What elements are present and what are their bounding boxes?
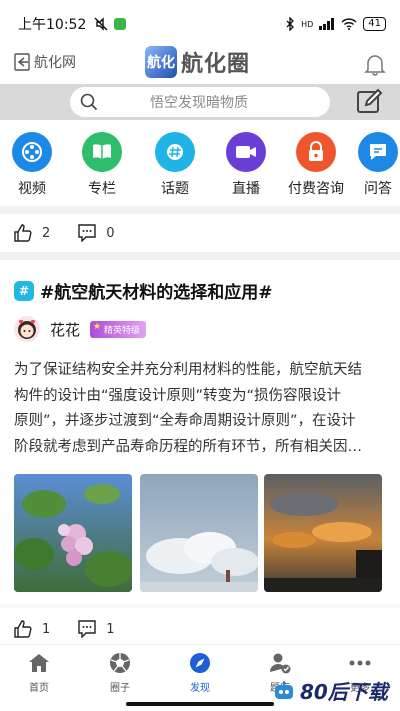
search-icon bbox=[80, 93, 98, 111]
app-notification-icon bbox=[114, 18, 127, 30]
status-right: HD 41 bbox=[285, 17, 386, 31]
logo-mark: 航化 bbox=[145, 46, 177, 78]
like-button[interactable]: 1 bbox=[14, 620, 50, 638]
nav-label: 付费咨询 bbox=[288, 181, 344, 197]
tab-home[interactable]: 首页 bbox=[4, 651, 74, 694]
like-count: 1 bbox=[42, 621, 51, 637]
nav-label: 话题 bbox=[161, 181, 189, 197]
nav-label: 专栏 bbox=[88, 181, 116, 197]
post-body-line: 为了保证结构安全并充分利用材料的性能，航空航天结 bbox=[14, 362, 362, 378]
like-count: 2 bbox=[42, 225, 51, 241]
post-title-text: #航空航天材料的选择和应用# bbox=[40, 283, 273, 303]
network-type: HD bbox=[301, 19, 314, 29]
more-dots-icon bbox=[325, 651, 395, 675]
avatar[interactable] bbox=[14, 316, 40, 342]
chat-icon bbox=[358, 132, 398, 172]
comment-icon bbox=[78, 620, 96, 638]
signal-icon bbox=[319, 18, 335, 30]
open-book-icon bbox=[82, 132, 122, 172]
status-left-icons bbox=[94, 17, 127, 31]
search-input[interactable]: 悟空发现暗物质 bbox=[70, 87, 330, 117]
app-logo: 航化 航化圈 bbox=[145, 46, 250, 78]
like-button[interactable]: 2 bbox=[14, 224, 50, 242]
lock-icon bbox=[296, 132, 336, 172]
comment-button[interactable]: 0 bbox=[78, 224, 115, 242]
site-watermark: 80后下载 bbox=[272, 676, 388, 705]
back-label: 航化网 bbox=[34, 55, 76, 71]
home-indicator[interactable] bbox=[126, 702, 274, 706]
nav-item-video[interactable]: 视频 bbox=[0, 132, 67, 198]
post-image-sunset[interactable] bbox=[264, 474, 382, 592]
post-body-line: 阶段就考虑到产品寿命历程的所有环节，所有相关因… bbox=[14, 438, 362, 455]
author-name: 花花 bbox=[50, 320, 81, 339]
film-reel-icon bbox=[12, 132, 52, 172]
video-camera-icon bbox=[226, 132, 266, 172]
post-image-flowers[interactable] bbox=[14, 474, 132, 592]
post-body[interactable]: 为了保证结构安全并充分利用材料的性能，航空航天结 构件的设计由“强度设计原则”转… bbox=[14, 358, 386, 460]
watermark-text: 80后下载 bbox=[300, 680, 388, 704]
prev-post-actions: 2 0 bbox=[14, 221, 143, 245]
battery-indicator: 41 bbox=[363, 17, 386, 31]
search-placeholder: 悟空发现暗物质 bbox=[150, 95, 248, 111]
compass-icon bbox=[165, 651, 235, 675]
back-button[interactable]: 航化网 bbox=[14, 52, 76, 72]
nav-item-column[interactable]: 专栏 bbox=[67, 132, 137, 198]
post-image-clouds[interactable] bbox=[140, 474, 258, 592]
topic-hashtag-icon: # bbox=[14, 280, 34, 301]
logo-text: 航化圈 bbox=[181, 52, 251, 77]
home-icon bbox=[4, 651, 74, 675]
nav-label: 视频 bbox=[18, 181, 46, 197]
post-actions: 1 1 bbox=[14, 617, 143, 641]
girl-avatar-icon bbox=[18, 320, 36, 339]
tab-discover[interactable]: 发现 bbox=[165, 651, 235, 694]
section-divider bbox=[0, 252, 400, 260]
section-divider bbox=[0, 604, 400, 608]
tab-circle[interactable]: 圈子 bbox=[85, 651, 155, 694]
section-divider bbox=[0, 206, 400, 214]
user-check-icon bbox=[245, 651, 315, 675]
post-body-line: 构件的设计由“强度设计原则”转变为“损伤容限设计 bbox=[14, 387, 342, 404]
robot-mascot-icon bbox=[275, 680, 293, 699]
comment-count: 0 bbox=[106, 225, 115, 241]
wifi-icon bbox=[341, 18, 357, 30]
notifications-button[interactable] bbox=[364, 52, 386, 80]
comment-icon bbox=[78, 224, 96, 242]
tab-label: 圈子 bbox=[110, 683, 130, 694]
nav-item-qa[interactable]: 问答 bbox=[343, 132, 400, 198]
app-header: 航化网 航化 航化圈 bbox=[0, 44, 400, 84]
tab-label: 首页 bbox=[29, 683, 49, 694]
nav-label: 直播 bbox=[232, 181, 260, 197]
status-bar: 上午10:52 HD 41 bbox=[0, 0, 400, 48]
nav-label: 问答 bbox=[364, 181, 392, 197]
user-level-badge: 精英特级 bbox=[90, 320, 147, 338]
comment-count: 1 bbox=[106, 621, 115, 637]
nav-item-paid-consulting[interactable]: 付费咨询 bbox=[281, 132, 351, 198]
status-time: 上午10:52 bbox=[18, 17, 87, 33]
nav-item-topic[interactable]: 话题 bbox=[140, 132, 210, 198]
mute-icon bbox=[94, 17, 108, 31]
post-author[interactable]: 花花 精英特级 bbox=[14, 316, 147, 342]
bluetooth-icon bbox=[286, 17, 294, 31]
post-body-line: 原则”，并逐步过渡到“全寿命周期设计原则”，在设计 bbox=[14, 413, 356, 429]
comment-button[interactable]: 1 bbox=[78, 620, 115, 638]
bell-icon bbox=[364, 55, 386, 76]
nav-item-live[interactable]: 直播 bbox=[211, 132, 281, 198]
compose-button[interactable] bbox=[356, 88, 384, 120]
aperture-icon bbox=[85, 651, 155, 675]
hashtag-icon bbox=[155, 132, 195, 172]
thumbs-up-icon bbox=[14, 224, 32, 242]
back-arrow-icon bbox=[14, 53, 30, 71]
quick-nav: 视频 专栏 话题 直播 付费咨询 问答 bbox=[0, 132, 400, 204]
tab-label: 发现 bbox=[190, 683, 210, 694]
edit-icon bbox=[357, 88, 383, 113]
search-strip: 悟空发现暗物质 bbox=[0, 84, 400, 120]
post-title[interactable]: # #航空航天材料的选择和应用# bbox=[14, 278, 273, 303]
thumbs-up-icon bbox=[14, 620, 32, 638]
